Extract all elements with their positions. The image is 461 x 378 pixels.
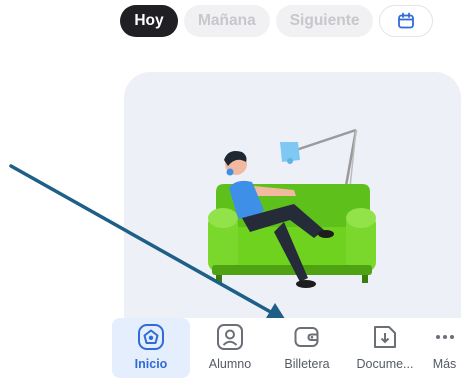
- bottom-navigation: Inicio Alumno Billetera Docume... Más: [0, 318, 461, 378]
- nav-label-mas: Más: [432, 357, 457, 371]
- relaxing-on-couch-illustration: [208, 128, 376, 288]
- calendar-button[interactable]: [379, 5, 434, 37]
- wallet-icon: [292, 322, 322, 352]
- today-chip[interactable]: Hoy: [120, 5, 178, 37]
- next-chip[interactable]: Siguiente: [275, 5, 374, 37]
- nav-label-inicio: Inicio: [134, 357, 168, 371]
- document-download-icon: [370, 322, 400, 352]
- home-icon: [136, 322, 166, 352]
- nav-item-billetera[interactable]: Billetera: [272, 318, 342, 378]
- empty-state-card: [124, 72, 461, 332]
- calendar-icon: [398, 12, 415, 29]
- nav-label-alumno: Alumno: [208, 357, 252, 371]
- nav-item-alumno[interactable]: Alumno: [195, 318, 265, 378]
- more-icon: [430, 322, 460, 352]
- nav-label-documentos: Docume...: [356, 357, 414, 371]
- nav-item-documentos[interactable]: Docume...: [350, 318, 420, 378]
- student-icon: [215, 322, 245, 352]
- nav-label-billetera: Billetera: [284, 357, 330, 371]
- nav-item-inicio[interactable]: Inicio: [112, 318, 190, 378]
- nav-item-mas[interactable]: Más: [428, 318, 461, 378]
- date-filter-bar: Hoy Mañana Siguiente: [120, 5, 434, 37]
- tomorrow-chip[interactable]: Mañana: [184, 5, 270, 37]
